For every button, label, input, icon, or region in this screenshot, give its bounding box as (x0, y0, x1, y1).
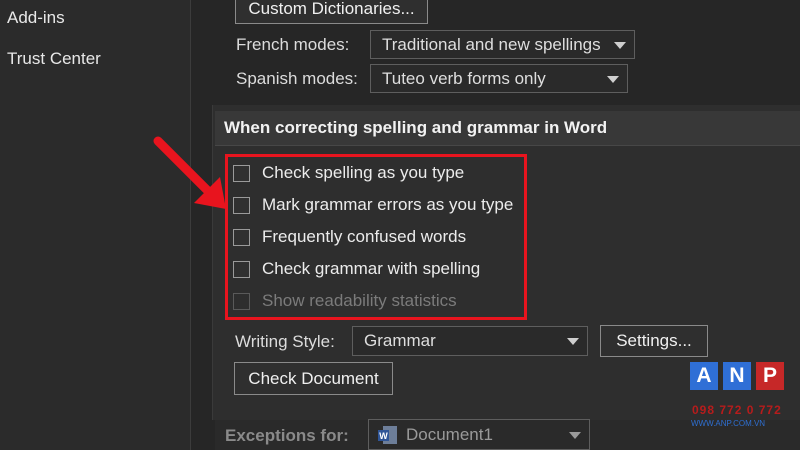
spanish-modes-value: Tuteo verb forms only (382, 68, 546, 88)
french-modes-dropdown[interactable]: Traditional and new spellings (370, 30, 635, 59)
exceptions-label: Exceptions for: (225, 426, 349, 445)
check-document-label: Check Document (248, 368, 379, 388)
anp-logo: A N P 098 772 0 772 WWW.ANP.COM.VN (689, 362, 787, 432)
writing-style-label: Writing Style: (235, 332, 335, 351)
exceptions-value: Document1 (406, 424, 493, 444)
chevron-down-icon (607, 75, 619, 83)
sidebar-item-add-ins[interactable]: Add-ins (7, 8, 65, 28)
french-modes-label: French modes: (236, 35, 350, 54)
sidebar-item-trust-center[interactable]: Trust Center (7, 49, 101, 69)
chevron-down-icon (569, 431, 581, 439)
custom-dictionaries-button[interactable]: Custom Dictionaries... (235, 0, 428, 24)
red-arrow-icon (153, 136, 226, 209)
spanish-modes-dropdown[interactable]: Tuteo verb forms only (370, 64, 628, 93)
spanish-modes-label: Spanish modes: (236, 69, 358, 88)
options-highlight-box (225, 154, 527, 320)
options-sidebar: Add-ins Trust Center (0, 0, 191, 450)
word-options-window: Add-ins Trust Center Custom Dictionaries… (0, 0, 800, 450)
french-modes-value: Traditional and new spellings (382, 34, 601, 54)
writing-style-dropdown[interactable]: Grammar (352, 326, 588, 356)
section-title: When correcting spelling and grammar in … (224, 118, 608, 137)
custom-dictionaries-label: Custom Dictionaries... (248, 0, 415, 18)
logo-letter-a: A (690, 362, 718, 390)
svg-text:W: W (379, 431, 388, 441)
logo-letter-n: N (723, 362, 751, 390)
settings-button[interactable]: Settings... (600, 325, 708, 357)
exceptions-dropdown[interactable]: W Document1 (368, 419, 590, 450)
chevron-down-icon (614, 41, 626, 49)
word-document-icon: W (378, 425, 397, 444)
settings-button-label: Settings... (616, 331, 692, 350)
logo-letter-p: P (756, 362, 784, 390)
writing-style-value: Grammar (364, 331, 436, 350)
chevron-down-icon (567, 338, 579, 345)
logo-phone: 098 772 0 772 (692, 403, 782, 417)
logo-website: WWW.ANP.COM.VN (691, 419, 766, 428)
check-document-button[interactable]: Check Document (234, 362, 393, 395)
